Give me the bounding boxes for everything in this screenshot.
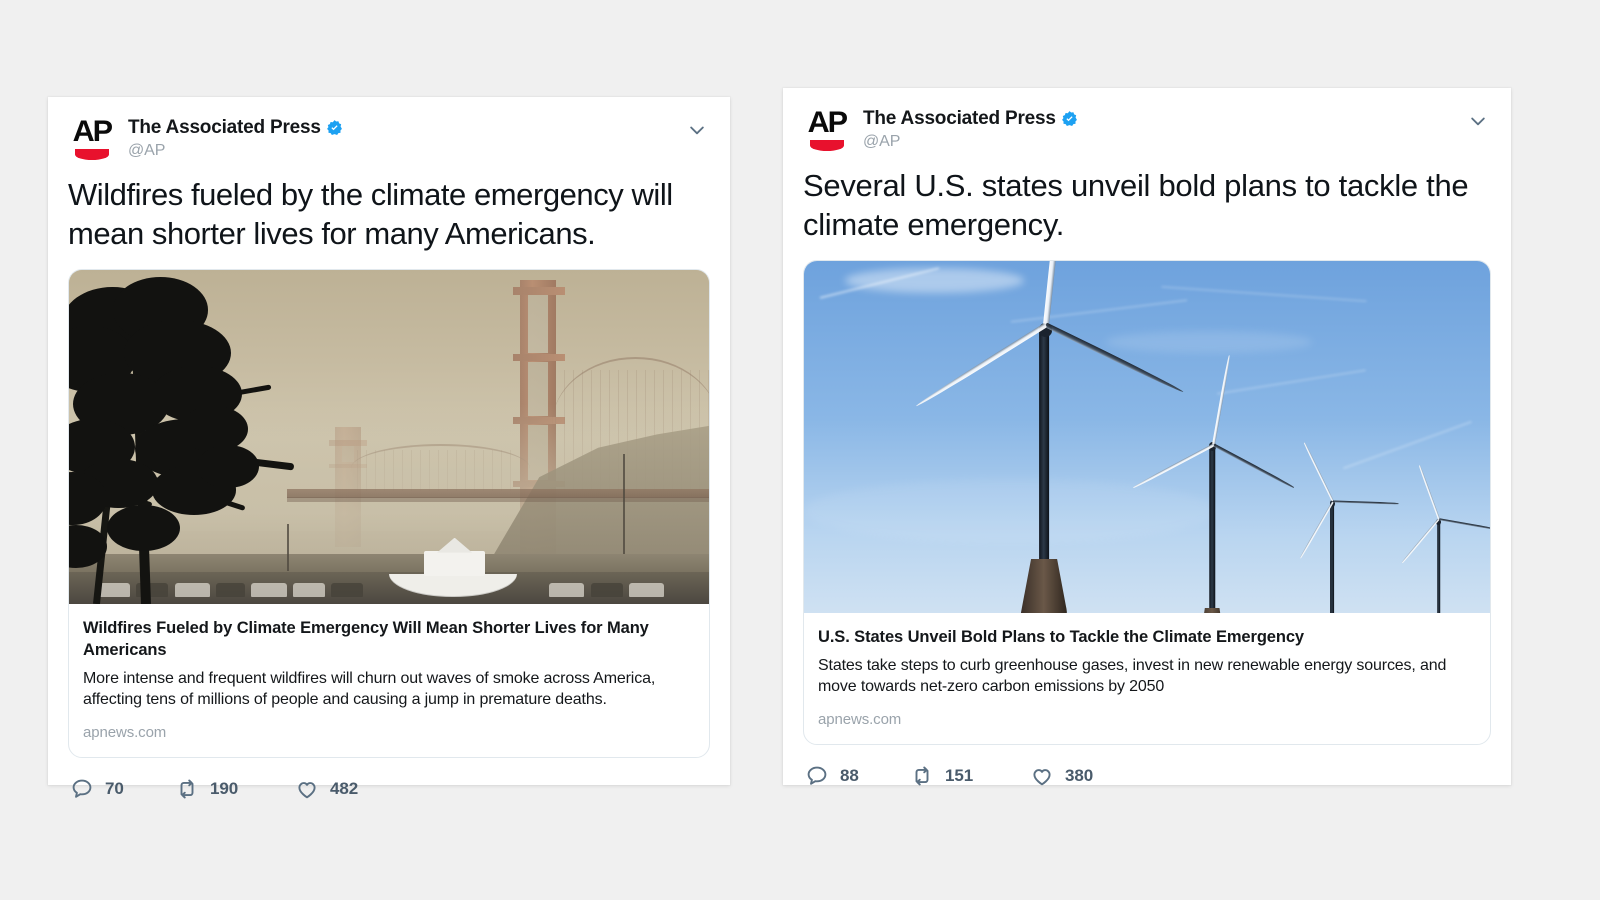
reply-icon	[807, 766, 827, 785]
like-action[interactable]: 380	[1030, 764, 1093, 788]
link-domain: apnews.com	[83, 723, 167, 741]
wind-turbine	[1284, 434, 1399, 614]
link-preview-meta: Wildfires Fueled by Climate Emergency Wi…	[69, 604, 709, 756]
avatar[interactable]: AP	[68, 115, 116, 163]
author-block: The Associated Press @AP	[863, 106, 1078, 151]
link-description: States take steps to curb greenhouse gas…	[818, 657, 1447, 696]
chevron-down-icon	[1471, 117, 1485, 126]
tweet-menu-button[interactable]	[1465, 108, 1491, 134]
wind-turbines-illustration	[804, 261, 1490, 614]
ap-logo-text: AP	[807, 106, 848, 140]
chevron-down-icon	[690, 126, 704, 135]
verified-badge-icon	[1061, 111, 1077, 127]
reply-count: 88	[840, 765, 859, 785]
author-handle: @AP	[128, 141, 166, 159]
tweet-menu-button[interactable]	[684, 117, 710, 143]
retweet-count: 190	[210, 778, 239, 798]
link-domain: apnews.com	[818, 710, 902, 728]
wind-turbine	[1132, 354, 1295, 614]
like-count: 482	[330, 778, 359, 798]
link-preview-meta: U.S. States Unveil Bold Plans to Tackle …	[804, 613, 1490, 743]
link-description: More intense and frequent wildfires will…	[83, 669, 656, 709]
tree-silhouette	[69, 273, 338, 605]
ap-swoosh-icon	[810, 139, 844, 151]
author-handle: @AP	[863, 132, 901, 150]
link-title[interactable]: Wildfires Fueled by Climate Emergency Wi…	[83, 618, 695, 662]
link-preview-image	[804, 261, 1490, 614]
reply-icon	[72, 779, 92, 798]
avatar[interactable]: AP	[803, 106, 851, 154]
tweet-actions: 88 151 380	[783, 745, 1511, 788]
display-name[interactable]: The Associated Press	[128, 117, 321, 139]
wind-turbine	[914, 261, 1185, 614]
author-block: The Associated Press @AP	[128, 115, 343, 160]
ap-logo-text: AP	[72, 115, 113, 149]
verified-badge-icon	[326, 120, 342, 136]
retweet-icon	[180, 779, 194, 798]
tweet-text: Several U.S. states unveil bold plans to…	[803, 168, 1469, 243]
wind-turbine	[1394, 458, 1490, 614]
like-action[interactable]: 482	[295, 777, 358, 801]
tweet-actions: 70 190 482	[48, 758, 730, 801]
ap-swoosh-icon	[75, 148, 109, 160]
link-preview-card[interactable]: U.S. States Unveil Bold Plans to Tackle …	[803, 260, 1491, 745]
tweet-card-wildfires[interactable]: AP The Associated Press @AP Wildfires fu…	[48, 97, 730, 798]
tweet-text: Wildfires fueled by the climate emergenc…	[68, 177, 673, 252]
display-name-row: The Associated Press	[128, 117, 343, 139]
tweet-header: AP The Associated Press @AP	[783, 88, 1511, 154]
like-count: 380	[1065, 765, 1094, 785]
link-preview-image	[69, 270, 709, 605]
link-title[interactable]: U.S. States Unveil Bold Plans to Tackle …	[818, 627, 1476, 649]
display-name-row: The Associated Press	[863, 108, 1078, 130]
heart-icon	[1033, 768, 1051, 785]
retweet-count: 151	[945, 765, 974, 785]
link-preview-card[interactable]: Wildfires Fueled by Climate Emergency Wi…	[68, 269, 710, 758]
screenshot-root: AP The Associated Press @AP Wildfires fu…	[0, 0, 1600, 900]
retweet-action[interactable]: 190	[175, 777, 295, 801]
retweet-action[interactable]: 151	[910, 764, 1030, 788]
display-name[interactable]: The Associated Press	[863, 108, 1056, 130]
reply-action[interactable]: 88	[805, 764, 910, 788]
tweet-card-states[interactable]: AP The Associated Press @AP Several U.S.…	[783, 88, 1511, 788]
heart-icon	[298, 781, 316, 798]
retweet-icon	[915, 766, 929, 786]
golden-gate-smoke-illustration	[69, 270, 709, 605]
reply-count: 70	[105, 778, 124, 798]
reply-action[interactable]: 70	[70, 777, 175, 801]
tweet-header: AP The Associated Press @AP	[48, 97, 730, 163]
